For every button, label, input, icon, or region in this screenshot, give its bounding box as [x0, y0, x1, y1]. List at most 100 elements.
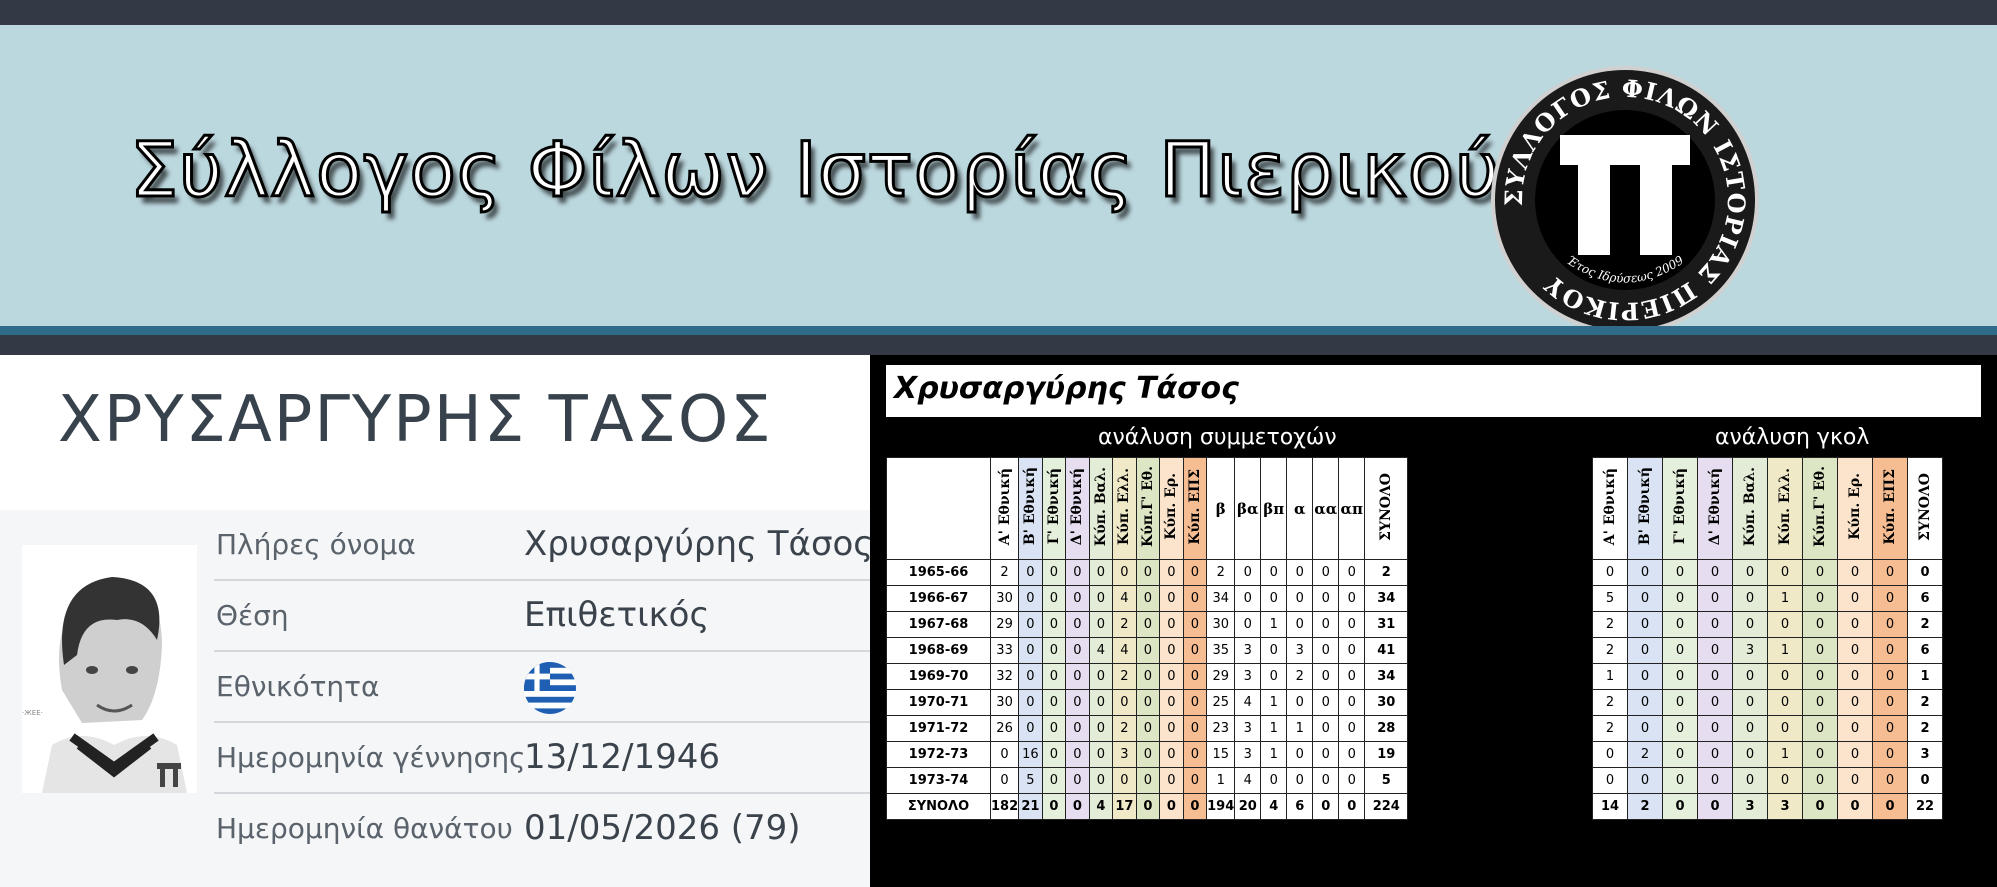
greece-flag-icon — [524, 662, 576, 714]
appearances-column-label: Κύπ.Γ' Εθ. — [1139, 466, 1156, 547]
appearances-value-cell: 33 — [989, 637, 1020, 664]
appearances-value-cell: 29 — [1206, 663, 1236, 690]
appearances-value-cell: 0 — [1234, 611, 1262, 638]
appearances-value-cell: 17 — [1112, 793, 1137, 820]
goals-column-label: Κύπ. Βαλ. — [1742, 466, 1758, 547]
appearances-value-cell: 0 — [1159, 559, 1184, 586]
goals-table: Α' Εθνική Β' Εθνική Γ' Εθνική Δ' Εθνική Κύπ.… — [1592, 457, 1943, 820]
goals-value-cell: 0 — [1837, 637, 1873, 664]
appearances-value-cell: 0 — [1065, 741, 1090, 768]
appearances-value-cell: 0 — [1135, 689, 1161, 716]
appearances-value-cell: 0 — [1312, 715, 1340, 742]
goals-value-cell: 0 — [1802, 611, 1838, 638]
appearances-value-cell: 0 — [1041, 689, 1067, 716]
player-photo: ·ЖЕЕ· — [22, 545, 197, 793]
field-value-position: Επιθετικός — [524, 595, 710, 635]
appearances-value-cell: 0 — [1159, 689, 1184, 716]
appearances-header-cell: ΣΥΝΟΛΟ — [1364, 457, 1409, 560]
appearances-value-cell: 0 — [1312, 611, 1340, 638]
appearances-value-cell: 0 — [1088, 741, 1114, 768]
appearances-value-cell: 3 — [1234, 637, 1262, 664]
appearances-value-cell: 0 — [1159, 767, 1184, 794]
goals-value-cell: 0 — [1872, 793, 1908, 820]
appearances-value-cell: 0 — [1260, 637, 1288, 664]
appearances-value-cell: 2 — [1112, 611, 1137, 638]
appearances-value-cell: 0 — [1260, 559, 1288, 586]
goals-value-cell: 0 — [1662, 767, 1698, 794]
club-logo[interactable]: ΣΥΛΛΟΓΟΣ ΦΙΛΩΝ ΙΣΤΟΡΙΑΣ ΠΙΕΡΙΚΟΥ Έτος Ιδ… — [1490, 65, 1760, 335]
appearances-value-cell: 0 — [1338, 767, 1366, 794]
appearances-value-cell: 0 — [1135, 793, 1161, 820]
goals-value-cell: 0 — [1697, 793, 1733, 820]
appearances-value-cell: 0 — [1286, 585, 1314, 612]
appearances-value-cell: 0 — [1041, 741, 1067, 768]
appearances-value-cell: 0 — [1112, 767, 1137, 794]
appearances-header-cell: Κύπ. Ερ. — [1159, 457, 1184, 560]
appearances-value-cell: 0 — [1312, 585, 1340, 612]
appearances-value-cell: 0 — [1088, 611, 1114, 638]
appearances-value-cell: 1 — [1206, 767, 1236, 794]
appearances-value-cell: 35 — [1206, 637, 1236, 664]
appearances-value-cell: 0 — [1088, 767, 1114, 794]
appearances-season-row: 1968-69 33 0 0 0 4 4 0 0 0 35 3 0 3 0 0 41 — [886, 637, 1409, 664]
appearances-header-cell: Κύπ.Γ' Εθ. — [1135, 457, 1161, 560]
appearances-column-label: α — [1294, 499, 1306, 518]
site-banner: Σύλλογος Φίλων Ιστορίας Πιερικού ΣΥΛΛΟΓΟ… — [0, 25, 1997, 334]
stats-panel: Χρυσαργύρης Τάσος ανάλυση συμμετοχών ανά… — [870, 355, 1997, 887]
appearances-value-cell: 29 — [989, 611, 1020, 638]
appearances-value-cell: 34 — [1364, 585, 1409, 612]
season-cell: 1969-70 — [886, 663, 991, 690]
appearances-value-cell: 30 — [1364, 689, 1409, 716]
appearances-value-cell: 0 — [1135, 585, 1161, 612]
goals-column-label: Κύπ.Γ' Εθ. — [1812, 466, 1828, 547]
appearances-value-cell: 0 — [1065, 663, 1090, 690]
appearances-value-cell: 4 — [1112, 585, 1137, 612]
field-value-birth-date: 13/12/1946 — [524, 737, 720, 777]
goals-value-cell: 0 — [1732, 663, 1768, 690]
goals-value-cell: 2 — [1907, 715, 1943, 742]
appearances-header-cell: Α' Εθνική — [989, 457, 1020, 560]
goals-value-cell: 0 — [1627, 611, 1663, 638]
appearances-value-cell: 0 — [1286, 611, 1314, 638]
appearances-value-cell: 0 — [1260, 663, 1288, 690]
appearances-value-cell: 34 — [1364, 663, 1409, 690]
appearances-value-cell: 0 — [1286, 559, 1314, 586]
goals-value-cell: 0 — [1662, 715, 1698, 742]
appearances-value-cell: 0 — [1260, 585, 1288, 612]
goals-value-cell: 2 — [1627, 741, 1663, 768]
field-row-full-name: Πλήρες όνομα Χρυσαργύρης Τάσος — [214, 510, 873, 581]
appearances-value-cell: 0 — [1135, 637, 1161, 664]
appearances-value-cell: 0 — [1041, 715, 1067, 742]
goals-value-cell: 0 — [1662, 585, 1698, 612]
goals-value-cell: 0 — [1697, 715, 1733, 742]
appearances-value-cell: 0 — [1338, 559, 1366, 586]
appearances-value-cell: 0 — [1312, 637, 1340, 664]
appearances-value-cell: 0 — [1312, 559, 1340, 586]
appearances-value-cell: 23 — [1206, 715, 1236, 742]
appearances-value-cell: 0 — [1312, 767, 1340, 794]
appearances-value-cell: 34 — [1206, 585, 1236, 612]
appearances-value-cell: 0 — [1018, 715, 1043, 742]
appearances-value-cell: 30 — [989, 689, 1020, 716]
goals-value-cell: 0 — [1837, 741, 1873, 768]
goals-value-cell: 0 — [1802, 663, 1838, 690]
appearances-header-cell: β — [1206, 457, 1236, 560]
appearances-value-cell: 5 — [1364, 767, 1409, 794]
appearances-column-label: ΣΥΝΟΛΟ — [1378, 472, 1395, 541]
appearances-value-cell: 1 — [1286, 715, 1314, 742]
goals-value-cell: 2 — [1907, 689, 1943, 716]
appearances-value-cell: 0 — [1041, 611, 1067, 638]
goals-value-cell: 2 — [1592, 689, 1628, 716]
appearances-value-cell: 28 — [1364, 715, 1409, 742]
goals-value-cell: 0 — [1627, 559, 1663, 586]
appearances-value-cell: 182 — [989, 793, 1020, 820]
goals-value-cell: 0 — [1802, 559, 1838, 586]
appearances-value-cell: 0 — [1159, 793, 1184, 820]
appearances-value-cell: 0 — [1135, 741, 1161, 768]
appearances-value-cell: 0 — [1135, 715, 1161, 742]
banner-dark-bar — [0, 335, 1997, 355]
appearances-value-cell: 194 — [1206, 793, 1236, 820]
goals-value-cell: 0 — [1732, 559, 1768, 586]
goals-value-cell: 0 — [1697, 559, 1733, 586]
appearances-total-row: ΣΥΝΟΛΟ 182 21 0 0 4 17 0 0 0 194 20 4 6 0 0 224 — [886, 793, 1409, 820]
